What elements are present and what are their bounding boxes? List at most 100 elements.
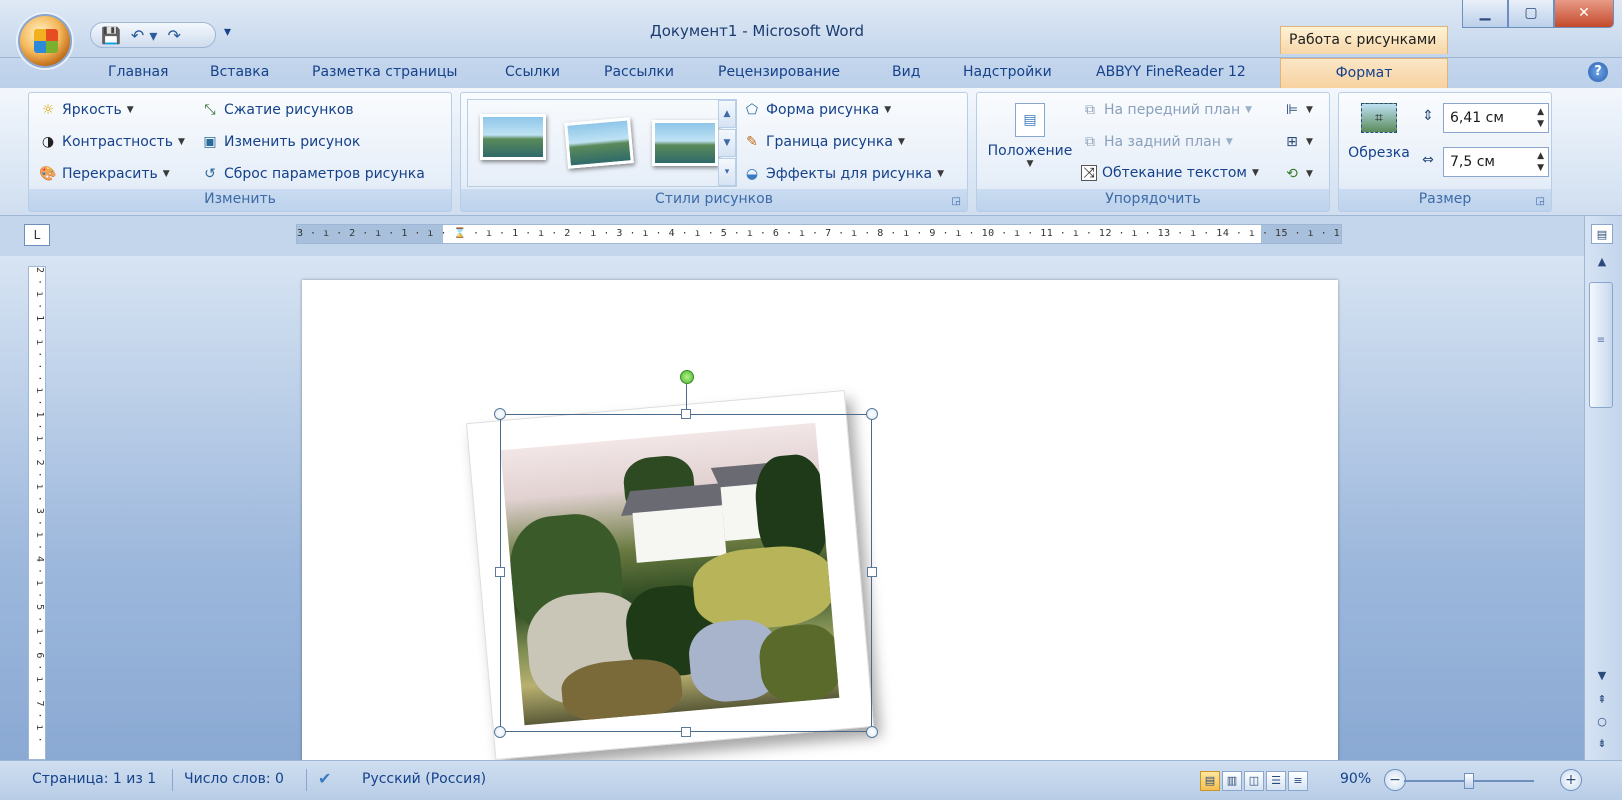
crop-button[interactable]: ⌗ Обрезка	[1345, 99, 1413, 187]
maximize-button[interactable]: ▢	[1508, 0, 1554, 28]
zoom-in-button[interactable]: +	[1560, 769, 1582, 791]
tab-format[interactable]: Формат	[1280, 58, 1448, 88]
bring-front-icon: ⧉	[1085, 102, 1095, 118]
picture-shape-button[interactable]: ⬠ Форма рисунка ▼	[743, 101, 891, 119]
group-picture-styles: ▲ ▼ ▾ ⬠ Форма рисунка ▼ ✎ Граница рисунка…	[460, 92, 968, 212]
resize-handle-top[interactable]	[681, 409, 691, 419]
window-title: Документ1 - Microsoft Word	[650, 22, 864, 40]
change-picture-icon: ▣	[203, 134, 217, 150]
resize-handle-left[interactable]	[495, 567, 505, 577]
picture-style-thumb-1[interactable]	[480, 114, 546, 160]
picture-style-thumb-3[interactable]	[652, 120, 718, 166]
scroll-down-icon[interactable]: ▼	[1591, 666, 1613, 686]
redo-icon[interactable]: ↷	[167, 26, 180, 45]
rotate-button[interactable]: ⟲ ▼	[1283, 165, 1313, 183]
resize-handle-top-right[interactable]	[866, 408, 878, 420]
bring-to-front-button[interactable]: ⧉ На передний план ▼	[1081, 101, 1252, 119]
text-wrapping-button[interactable]: ⤨ Обтекание текстом ▼	[1081, 165, 1259, 181]
outline-view-icon[interactable]: ☰	[1266, 771, 1286, 791]
draft-view-icon[interactable]: ≡	[1288, 771, 1308, 791]
tab-abbyy[interactable]: ABBYY FineReader 12	[1096, 64, 1246, 80]
height-spinner[interactable]: ▲ ▼	[1537, 106, 1544, 130]
next-page-icon[interactable]: ⇟	[1591, 734, 1613, 754]
gallery-scroll-up[interactable]: ▲	[718, 100, 736, 128]
title-bar: 💾 ↶ ▾ ↷ ▾ Документ1 - Microsoft Word Раб…	[0, 0, 1622, 68]
dialog-launcher-icon[interactable]: ◲	[952, 196, 961, 207]
minimize-button[interactable]: ▁	[1462, 0, 1508, 28]
previous-page-icon[interactable]: ⇞	[1591, 690, 1613, 710]
full-screen-reading-view-icon[interactable]: ▥	[1222, 771, 1242, 791]
scroll-up-icon[interactable]: ▲	[1591, 252, 1613, 272]
view-ruler-icon[interactable]: ▤	[1591, 224, 1613, 244]
position-button[interactable]: ▤ Положение ▼	[983, 99, 1077, 187]
contrast-button[interactable]: ◑ Контрастность ▼	[39, 133, 185, 151]
group-objects-button[interactable]: ⊞ ▼	[1283, 133, 1313, 151]
tab-selector[interactable]: L	[24, 224, 50, 246]
tab-review[interactable]: Рецензирование	[718, 64, 840, 80]
quick-access-toolbar: 💾 ↶ ▾ ↷	[90, 22, 216, 48]
crop-icon: ⌗	[1361, 103, 1397, 133]
recolor-button[interactable]: 🎨 Перекрасить ▼	[39, 165, 169, 183]
rotation-handle[interactable]	[680, 370, 694, 384]
zoom-level[interactable]: 90%	[1340, 771, 1371, 787]
selection-box	[500, 414, 872, 732]
size-dialog-launcher-icon[interactable]: ◲	[1536, 196, 1545, 207]
tab-view[interactable]: Вид	[892, 64, 920, 80]
brightness-button[interactable]: ☼ Яркость ▼	[39, 101, 134, 119]
group-arrange: ▤ Положение ▼ ⧉ На передний план ▼ ⧉ На з…	[976, 92, 1330, 212]
save-icon[interactable]: 💾	[101, 26, 121, 45]
vertical-ruler[interactable]: 2 · ı · 1 · ı · · · ı · 1 · ı · 2 · ı · …	[28, 266, 46, 760]
send-to-back-button[interactable]: ⧉ На задний план ▼	[1081, 133, 1233, 151]
help-icon[interactable]: ?	[1588, 62, 1608, 82]
reset-picture-button[interactable]: ↺ Сброс параметров рисунка	[201, 165, 425, 183]
compress-pictures-button[interactable]: ⤡ Сжатие рисунков	[201, 101, 353, 119]
position-icon: ▤	[1015, 103, 1045, 137]
tab-page-layout[interactable]: Разметка страницы	[312, 64, 457, 80]
group-label-picture-styles: Стили рисунков	[461, 189, 967, 211]
scroll-thumb[interactable]: ≡	[1589, 282, 1613, 408]
resize-handle-bottom[interactable]	[681, 727, 691, 737]
tab-insert[interactable]: Вставка	[210, 64, 269, 80]
word-count[interactable]: Число слов: 0	[184, 771, 284, 787]
office-button[interactable]	[18, 14, 72, 68]
zoom-slider-thumb[interactable]	[1464, 773, 1474, 789]
resize-handle-right[interactable]	[867, 567, 877, 577]
status-bar: Страница: 1 из 1 Число слов: 0 ✔ Русский…	[0, 760, 1622, 800]
gallery-scroll-down[interactable]: ▼	[718, 129, 736, 157]
tab-addins[interactable]: Надстройки	[963, 64, 1052, 80]
change-picture-button[interactable]: ▣ Изменить рисунок	[201, 133, 360, 151]
zoom-out-button[interactable]: −	[1384, 769, 1406, 791]
resize-handle-top-left[interactable]	[494, 408, 506, 420]
tab-home[interactable]: Главная	[108, 64, 168, 80]
picture-style-thumb-2[interactable]	[564, 117, 634, 169]
ruler-area: L 3 · ı · 2 · ı · 1 · ı · ⌛ · ı · 1 · ı …	[0, 216, 1622, 256]
undo-icon[interactable]: ↶ ▾	[131, 26, 158, 45]
spelling-check-icon[interactable]: ✔	[318, 769, 331, 788]
resize-handle-bottom-left[interactable]	[494, 726, 506, 738]
vertical-scrollbar[interactable]: ▤ ▲ ≡ ▼ ⇞ ○ ⇟	[1584, 216, 1622, 760]
height-input[interactable]: 6,41 см ▲ ▼	[1443, 103, 1549, 133]
border-pen-icon: ✎	[746, 134, 758, 150]
language-indicator[interactable]: Русский (Россия)	[362, 771, 486, 787]
web-layout-view-icon[interactable]: ◫	[1244, 771, 1264, 791]
tab-references[interactable]: Ссылки	[505, 64, 560, 80]
customize-qat-icon[interactable]: ▾	[224, 24, 231, 40]
align-button[interactable]: ⊫ ▼	[1283, 101, 1313, 119]
office-logo-icon	[34, 29, 58, 53]
select-browse-object-icon[interactable]: ○	[1591, 712, 1613, 732]
tab-mailings[interactable]: Рассылки	[604, 64, 674, 80]
gallery-more-button[interactable]: ▾	[718, 158, 736, 186]
print-layout-view-icon[interactable]: ▤	[1200, 771, 1220, 791]
ribbon-tabs: Главная Вставка Разметка страницы Ссылки…	[0, 58, 1622, 88]
picture-effects-button[interactable]: ◒ Эффекты для рисунка ▼	[743, 165, 944, 183]
reset-icon: ↺	[204, 166, 216, 182]
picture-border-button[interactable]: ✎ Граница рисунка ▼	[743, 133, 905, 151]
width-input[interactable]: 7,5 см ▲ ▼	[1443, 147, 1549, 177]
window-controls: ▁ ▢ ✕	[1462, 0, 1614, 28]
horizontal-ruler[interactable]: 3 · ı · 2 · ı · 1 · ı · ⌛ · ı · 1 · ı · …	[296, 224, 1342, 244]
width-spinner[interactable]: ▲ ▼	[1537, 150, 1544, 174]
close-button[interactable]: ✕	[1554, 0, 1614, 28]
send-back-icon: ⧉	[1085, 134, 1095, 150]
page-count[interactable]: Страница: 1 из 1	[32, 771, 156, 787]
resize-handle-bottom-right[interactable]	[866, 726, 878, 738]
